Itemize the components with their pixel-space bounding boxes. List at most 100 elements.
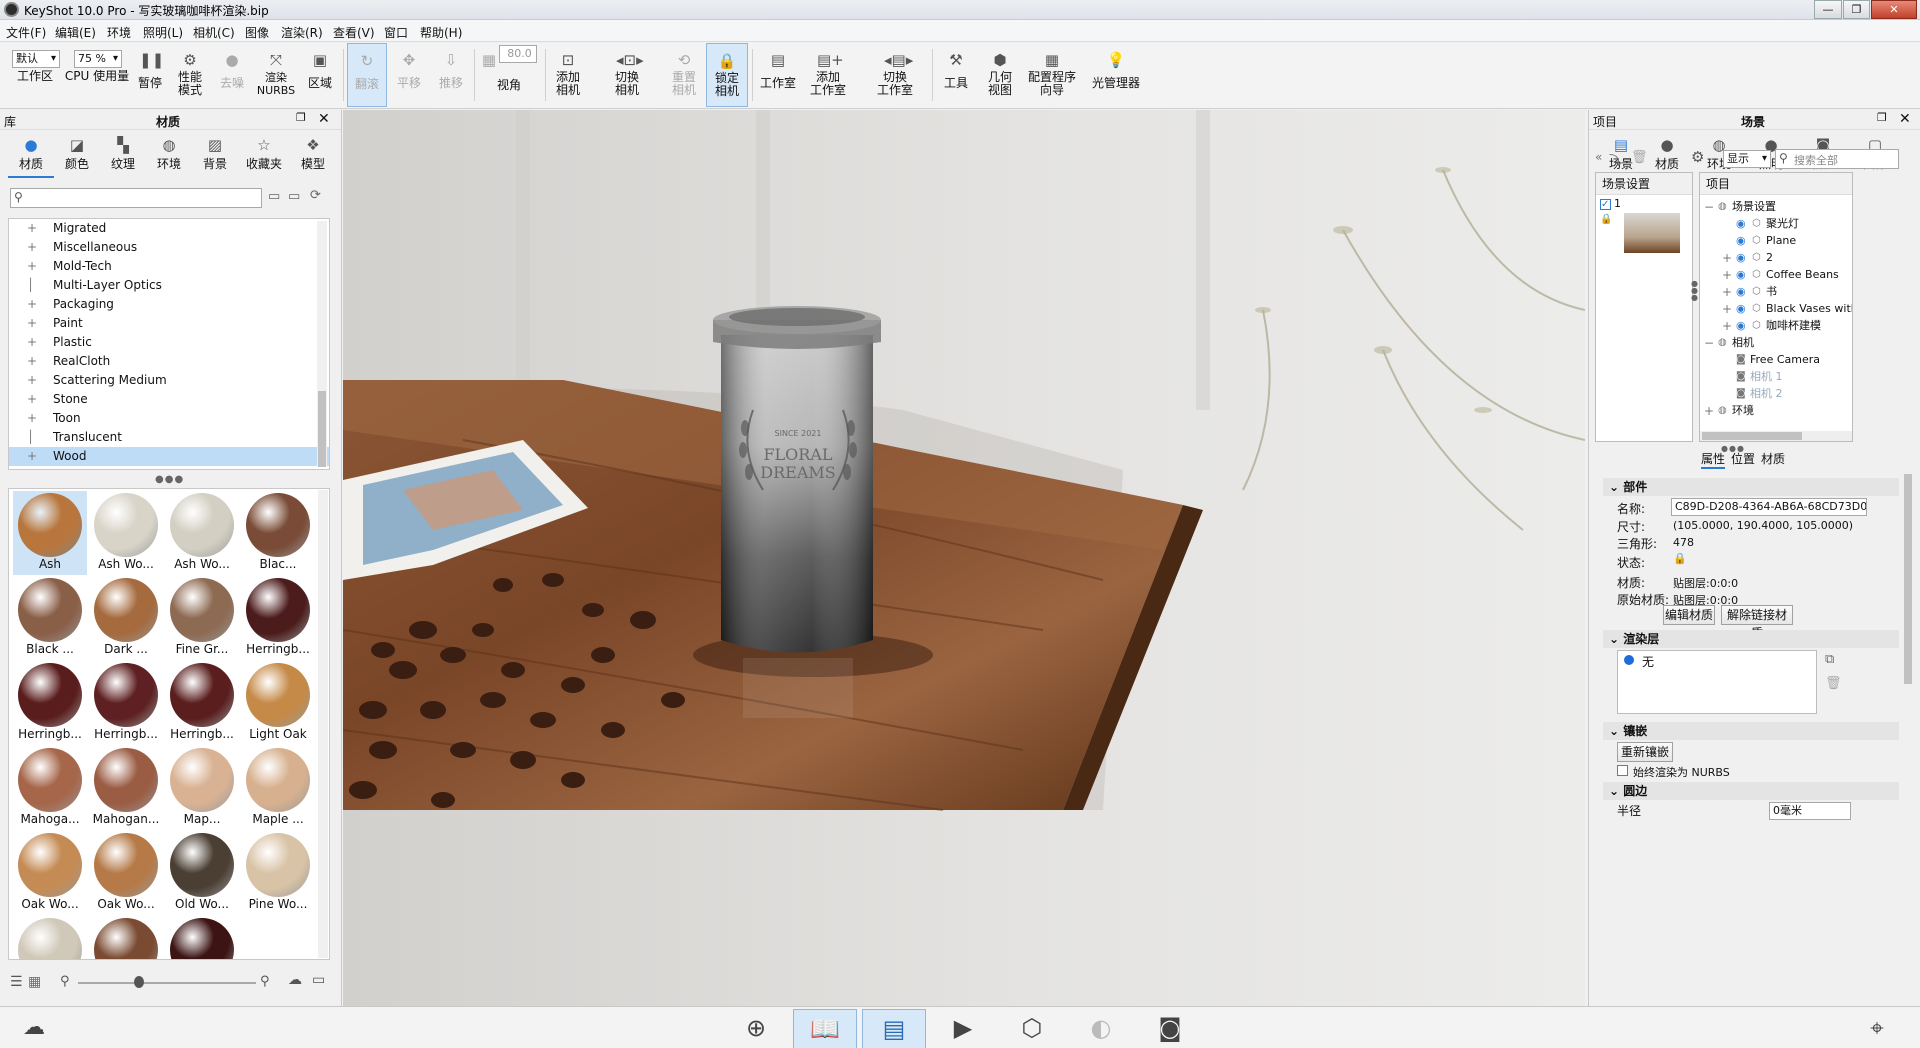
region-button[interactable]: ▣ 区域	[300, 43, 340, 107]
slider-handle[interactable]	[134, 976, 144, 988]
material-thumbnail[interactable]: Old Wo...	[165, 831, 239, 915]
fov-tool[interactable]: ▦ 80.0 视角	[477, 43, 541, 107]
denoise-button[interactable]: ● 去噪	[212, 43, 252, 107]
tree-item-wood[interactable]: + Wood	[9, 447, 329, 466]
subtab-material[interactable]: 材质	[1761, 450, 1785, 467]
tree-item-multi-layer-optics[interactable]: │ Multi-Layer Optics	[9, 276, 329, 295]
tree-hscrollbar[interactable]	[1700, 431, 1852, 441]
display-select[interactable]: 显示	[1723, 150, 1771, 168]
cloud-download-icon[interactable]: ☁	[288, 972, 302, 988]
workspace-tool[interactable]: 工作区	[8, 43, 62, 107]
render-layer-item[interactable]: 无	[1642, 653, 1654, 670]
expand-icon[interactable]: +	[27, 409, 37, 428]
configurator-wizard-button[interactable]: ▦ 配置程序 向导	[1024, 43, 1080, 107]
material-thumbnail[interactable]	[13, 916, 87, 959]
rounding-section-header[interactable]: ⌄ 圆边	[1603, 782, 1899, 800]
material-thumbnail[interactable]: Mahoga...	[13, 746, 87, 830]
tree-item-plastic[interactable]: + Plastic	[9, 333, 329, 352]
grid-scrollbar[interactable]	[318, 490, 328, 958]
expand-icon[interactable]: +	[27, 238, 37, 257]
switch-studio-button[interactable]: ◂▤▸ 切换 工作室	[862, 43, 928, 107]
reset-camera-button[interactable]: ⟲ 重置 相机	[664, 43, 704, 107]
menu-lighting[interactable]: 照明(L)	[143, 24, 183, 41]
zoom-in-icon[interactable]: ⚲	[260, 974, 270, 989]
library-icon[interactable]: 📖	[793, 1009, 857, 1048]
add-camera-button[interactable]: ⊡ 添加 相机	[548, 43, 588, 107]
undock-icon[interactable]: ❐	[1877, 111, 1887, 124]
import-icon[interactable]: ⊕	[724, 1009, 788, 1048]
add-folder-icon[interactable]: ▭	[288, 189, 300, 204]
project-icon[interactable]: ▤	[862, 1009, 926, 1048]
tab-environments[interactable]: ◍ 环境	[146, 134, 192, 178]
subtab-position[interactable]: 位置	[1731, 450, 1755, 467]
expand-icon[interactable]: +	[27, 333, 37, 352]
render-layer-section-header[interactable]: ⌄ 渲染层	[1603, 630, 1899, 648]
menu-view[interactable]: 查看(V)	[333, 24, 375, 41]
fov-value[interactable]: 80.0	[499, 45, 537, 63]
material-thumbnail[interactable]	[89, 916, 163, 959]
tree-item-toon[interactable]: + Toon	[9, 409, 329, 428]
tree-item-migrated[interactable]: + Migrated	[9, 219, 329, 238]
tree-item-paint[interactable]: + Paint	[9, 314, 329, 333]
menu-camera[interactable]: 相机(C)	[193, 24, 235, 41]
folder-open-icon[interactable]: ▭	[312, 972, 325, 988]
material-thumbnail[interactable]: Pine Wo...	[241, 831, 315, 915]
restore-button[interactable]: ❐	[1843, 0, 1870, 19]
material-thumbnail[interactable]: Ash	[13, 491, 87, 575]
scrollbar-thumb[interactable]	[1702, 432, 1802, 440]
add-layer-icon[interactable]: ⧉	[1825, 652, 1834, 667]
menu-window[interactable]: 窗口	[384, 24, 408, 41]
gear-icon[interactable]: ⚙	[1691, 148, 1704, 166]
material-thumbnail[interactable]: Oak Wo...	[89, 831, 163, 915]
undock-icon[interactable]: ❐	[296, 111, 306, 124]
render-viewport[interactable]: SINCE 2021 FLORAL DREAMS	[343, 110, 1585, 1006]
material-thumbnail[interactable]: Black ...	[13, 576, 87, 660]
radius-field[interactable]: 0毫米	[1769, 802, 1851, 820]
subtab-properties[interactable]: 属性	[1701, 450, 1726, 469]
material-thumbnail[interactable]: Ash Wo...	[89, 491, 163, 575]
menu-environment[interactable]: 环境	[107, 24, 131, 41]
dolly-button[interactable]: ⇩ 推移	[431, 43, 471, 107]
expand-icon[interactable]: +	[27, 352, 37, 371]
studio-button[interactable]: ▤ 工作室	[756, 43, 800, 107]
material-thumbnail[interactable]	[165, 916, 239, 959]
tab-backplates[interactable]: ▨ 背景	[192, 134, 238, 178]
lock-icon[interactable]: 🔒	[1673, 552, 1687, 565]
material-thumbnail[interactable]: Ash Wo...	[165, 491, 239, 575]
scene-tree-item[interactable]: + ◍ 环境	[1700, 401, 1850, 421]
material-thumbnail[interactable]: Oak Wo...	[13, 831, 87, 915]
unlink-material-button[interactable]: 解除链接材质	[1721, 605, 1793, 640]
close-button[interactable]: ✕	[1871, 0, 1917, 19]
material-thumbnail[interactable]: Dark ...	[89, 576, 163, 660]
light-manager-button[interactable]: 💡 光管理器	[1086, 43, 1146, 107]
tree-item-miscellaneous[interactable]: + Miscellaneous	[9, 238, 329, 257]
collapse-icon[interactable]: «	[1595, 150, 1602, 164]
cpu-usage-tool[interactable]: CPU 使用量	[64, 43, 130, 107]
menu-file[interactable]: 文件(F)	[6, 24, 46, 41]
library-search-input[interactable]: ⚲	[10, 188, 262, 208]
properties-scrollbar[interactable]	[1903, 470, 1913, 800]
cloud-library-icon[interactable]: ☁	[14, 1009, 54, 1048]
part-name-field[interactable]: C89D-D208-4364-AB6A-68CD73D0BBBB)	[1671, 498, 1867, 516]
trash-icon[interactable]: 🗑	[1825, 676, 1842, 691]
scrollbar-thumb[interactable]	[1904, 474, 1912, 684]
close-panel-icon[interactable]: ✕	[1899, 111, 1911, 127]
material-thumbnail[interactable]: Herringb...	[13, 661, 87, 745]
scene-set-thumbnail[interactable]	[1624, 213, 1680, 253]
menu-edit[interactable]: 编辑(E)	[55, 24, 96, 41]
pause-button[interactable]: ❚❚ 暂停	[132, 43, 168, 107]
material-thumbnail[interactable]: Herringb...	[165, 661, 239, 745]
import-model-icon[interactable]: ⤵	[1609, 150, 1622, 169]
splitter-handle[interactable]: ●●●	[1691, 280, 1698, 302]
tab-favorites[interactable]: ☆ 收藏夹	[238, 134, 290, 178]
retessellate-button[interactable]: 重新镶嵌	[1617, 742, 1673, 762]
expand-icon[interactable]: +	[27, 371, 37, 390]
part-section-header[interactable]: ⌄ 部件	[1603, 478, 1899, 496]
material-thumbnail[interactable]: Herringb...	[89, 661, 163, 745]
menu-help[interactable]: 帮助(H)	[420, 24, 462, 41]
fit-view-icon[interactable]: ⌖	[1852, 1009, 1902, 1048]
render-icon[interactable]: ◐	[1069, 1009, 1133, 1048]
folder-icon[interactable]: ▭	[268, 189, 280, 204]
scene-set-checkbox[interactable]: ✓	[1600, 199, 1611, 210]
scrollbar-thumb[interactable]	[318, 391, 326, 467]
